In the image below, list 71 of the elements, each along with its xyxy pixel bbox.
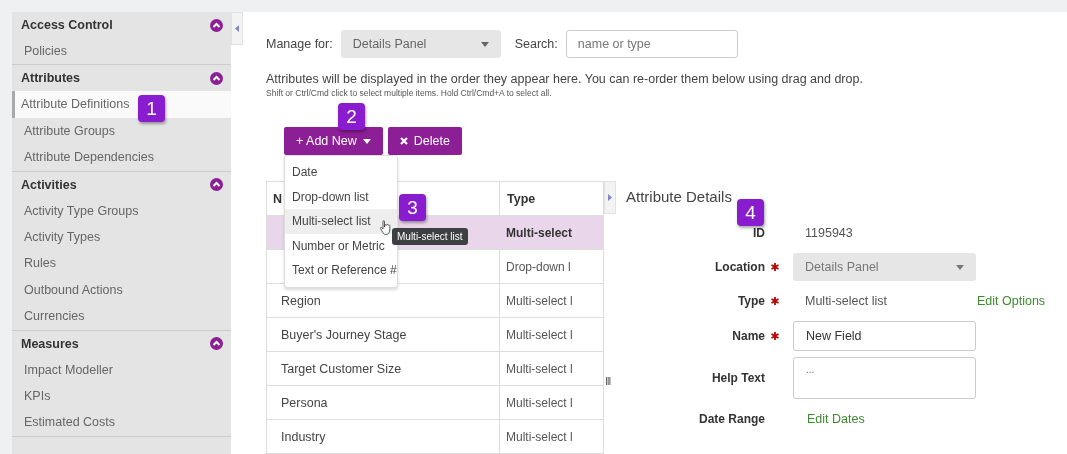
caret-icon	[956, 264, 964, 270]
sidebar-item[interactable]: Estimated Costs	[12, 409, 231, 436]
caret-icon	[362, 138, 371, 144]
field-label: Location	[714, 259, 765, 276]
table-cell: Industry	[266, 419, 500, 454]
menu-item[interactable]: Date	[285, 160, 397, 185]
sidebar-item[interactable]: Activity Type Groups	[12, 197, 231, 224]
hint-text: Shift or Ctrl/Cmd click to select multiple items. Hold Ctrl/Cmd+A to select all.	[266, 88, 553, 98]
field-label: ID	[752, 225, 765, 242]
field-value: 1195943	[805, 226, 853, 240]
field-label: Help Text	[710, 370, 765, 387]
triangle-icon	[608, 194, 612, 201]
location-select[interactable]: Details Panel	[793, 253, 976, 281]
edit-dates-link[interactable]: Edit Dates	[807, 412, 865, 426]
table-cell: Drop-down l	[499, 249, 604, 284]
delete-button[interactable]: Delete	[387, 127, 462, 155]
table-cell: Multi-select l	[499, 385, 604, 420]
table-cell: Multi-select l	[499, 317, 604, 352]
table-cell: Persona	[266, 385, 500, 420]
field-value: Multi-select list	[805, 294, 887, 308]
name-field[interactable]: New Field	[793, 321, 976, 351]
field-label: Name	[731, 328, 765, 345]
sidebar-item[interactable]: Impact Modeller	[12, 356, 231, 383]
menu-item[interactable]: Text or Reference #	[285, 258, 397, 283]
sidebar-item[interactable]: KPIs	[12, 382, 231, 410]
chevron-icon[interactable]	[210, 18, 223, 32]
search-label: Search:	[514, 37, 558, 51]
section-title: Activities	[21, 177, 77, 192]
add-new-button[interactable]: + Add New	[284, 127, 383, 155]
manage-select[interactable]: Details Panel	[340, 30, 501, 58]
caret-icon	[480, 41, 489, 47]
section-title: Access Control	[21, 18, 113, 32]
field-label: Type	[736, 293, 765, 310]
section-title: Measures	[21, 336, 79, 351]
table-cell: Multi-select	[499, 215, 604, 250]
sidebar-item[interactable]: Policies	[12, 38, 231, 65]
sidebar-toggle[interactable]	[231, 12, 243, 45]
menu-item[interactable]: Drop-down list	[285, 184, 397, 210]
tooltip: Multi-select list	[392, 228, 468, 245]
splitter-handle[interactable]: III	[605, 376, 611, 387]
column-header: Type	[499, 181, 604, 216]
panel-toggle[interactable]	[604, 181, 616, 214]
chevron-icon[interactable]	[210, 337, 223, 350]
search-field[interactable]: name or type	[565, 30, 738, 58]
sidebar-item[interactable]: Currencies	[12, 303, 231, 330]
edit-options-link[interactable]: Edit Options	[977, 294, 1046, 308]
triangle-icon	[235, 25, 239, 32]
sidebar-item[interactable]: Outbound Actions	[12, 276, 231, 304]
table-cell: Buyer's Journey Stage	[266, 317, 500, 352]
callout-badge: 1	[138, 95, 165, 122]
hand-cursor-icon	[380, 220, 392, 235]
chevron-icon[interactable]	[210, 71, 223, 85]
sidebar-item[interactable]: Attribute Dependencies	[12, 144, 231, 171]
table-cell: Multi-select l	[499, 283, 604, 318]
section-title: Attributes	[21, 71, 81, 86]
table-cell: Multi-select l	[499, 419, 604, 454]
field-label: Date Range	[697, 411, 765, 428]
chevron-icon[interactable]	[210, 178, 223, 192]
panel-title: Attribute Details	[626, 188, 733, 205]
callout-badge: 3	[399, 194, 426, 221]
help-text-field[interactable]: ...	[793, 357, 976, 399]
close-icon	[399, 137, 408, 145]
table-cell: Target Customer Size	[266, 351, 500, 386]
callout-badge: 4	[737, 199, 764, 226]
sidebar-item[interactable]: Activity Types	[12, 223, 231, 251]
table-cell: Multi-select l	[499, 351, 604, 386]
manage-label: Manage for:	[266, 37, 333, 51]
instructions-text: Attributes will be displayed in the order they appear here. You can re-order them below using drag and drop.	[266, 72, 864, 86]
sidebar-item[interactable]: Rules	[12, 250, 231, 277]
callout-badge: 2	[338, 103, 365, 130]
menu-item[interactable]: Multi-select list	[285, 209, 397, 234]
